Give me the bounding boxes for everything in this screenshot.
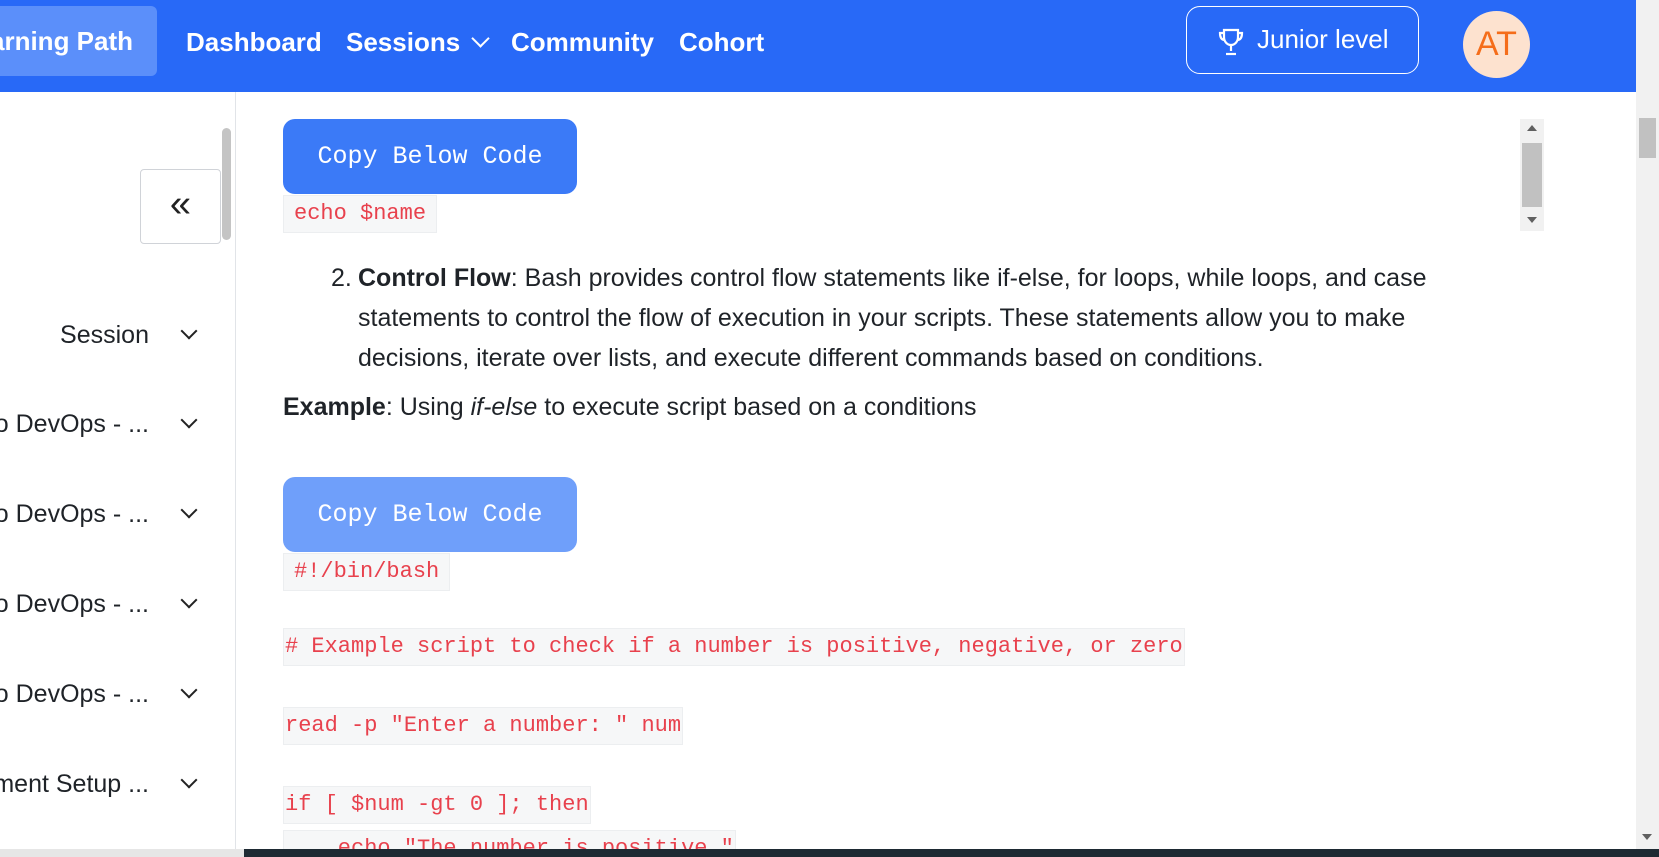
code-snippet: echo $name [283, 195, 438, 233]
sidebar-item-label: to DevOps - ... [0, 680, 149, 708]
chevron-down-icon [180, 501, 198, 519]
sidebar-item-label: to DevOps - ... [0, 500, 149, 528]
code-block-scrollbar[interactable] [1520, 119, 1544, 231]
code-line: # Example script to check if a number is… [283, 628, 1185, 666]
code-line: echo "The number is positive." [283, 830, 736, 849]
control-flow-title: Control Flow [358, 264, 511, 292]
control-flow-text: : Bash provides control flow statements … [358, 264, 1427, 372]
example-italic: if-else [470, 393, 538, 421]
nav-dashboard[interactable]: Dashboard [186, 0, 322, 84]
sidebar-scrollbar[interactable] [222, 128, 231, 240]
status-strip [0, 849, 244, 857]
scroll-down-icon[interactable] [1642, 834, 1652, 840]
sidebar-item-devops-4[interactable]: to DevOps - ... [0, 674, 205, 714]
trophy-icon [1218, 28, 1244, 56]
sidebar-item-label: to DevOps - ... [0, 590, 149, 618]
copy-code-button[interactable]: Copy Below Code [283, 477, 577, 552]
taskbar-strip [244, 849, 1659, 857]
nav-learning-path[interactable]: arning Path [0, 6, 157, 76]
code-line: read -p "Enter a number: " num [283, 707, 684, 745]
junior-level-button[interactable]: Junior level [1186, 6, 1419, 74]
page-scrollbar[interactable] [1636, 0, 1659, 849]
list-number: 2. [331, 264, 352, 292]
nav-sessions[interactable]: Sessions [346, 0, 490, 84]
nav-sessions-label: Sessions [346, 27, 461, 57]
scrollbar-thumb[interactable] [1639, 118, 1656, 158]
avatar[interactable]: AT [1463, 11, 1530, 78]
chevron-down-icon [180, 681, 198, 699]
scroll-down-icon[interactable] [1527, 217, 1537, 223]
code-line: #!/bin/bash [283, 553, 451, 591]
sidebar: « Session to DevOps - ... to DevOps - ..… [0, 92, 236, 849]
sidebar-item-devops-2[interactable]: to DevOps - ... [0, 494, 205, 534]
sidebar-item-label: Session [60, 321, 149, 349]
lesson-content: Copy Below Code echo $name 2. Control Fl… [237, 92, 1636, 849]
code-line: if [ $num -gt 0 ]; then [283, 786, 591, 824]
sidebar-item-devops-3[interactable]: to DevOps - ... [0, 584, 205, 624]
chevron-down-icon [471, 29, 490, 48]
sidebar-item-label: to DevOps - ... [0, 410, 149, 438]
sidebar-item-label: nment Setup ... [0, 770, 149, 798]
sidebar-item-devops-1[interactable]: to DevOps - ... [0, 404, 205, 444]
scroll-up-icon[interactable] [1527, 125, 1537, 131]
junior-level-label: Junior level [1257, 24, 1389, 54]
control-flow-paragraph: Control Flow: Bash provides control flow… [358, 258, 1463, 378]
example-label: Example [283, 393, 386, 421]
copy-code-button[interactable]: Copy Below Code [283, 119, 577, 194]
nav-cohort[interactable]: Cohort [679, 0, 764, 84]
top-navbar: arning Path Dashboard Sessions Community… [0, 0, 1636, 92]
nav-community[interactable]: Community [511, 0, 654, 84]
example-suffix: to execute script based on a conditions [537, 393, 977, 421]
scrollbar-thumb[interactable] [1522, 143, 1542, 207]
chevron-down-icon [180, 591, 198, 609]
chevron-down-icon [180, 771, 198, 789]
sidebar-item-session[interactable]: Session [0, 315, 205, 355]
chevron-down-icon [180, 411, 198, 429]
sidebar-item-environment-setup[interactable]: nment Setup ... [0, 764, 205, 804]
example-paragraph: Example: Using if-else to execute script… [283, 387, 976, 427]
chevron-down-icon [180, 322, 198, 340]
example-prefix: : Using [385, 393, 471, 421]
collapse-sidebar-button[interactable]: « [140, 169, 221, 244]
